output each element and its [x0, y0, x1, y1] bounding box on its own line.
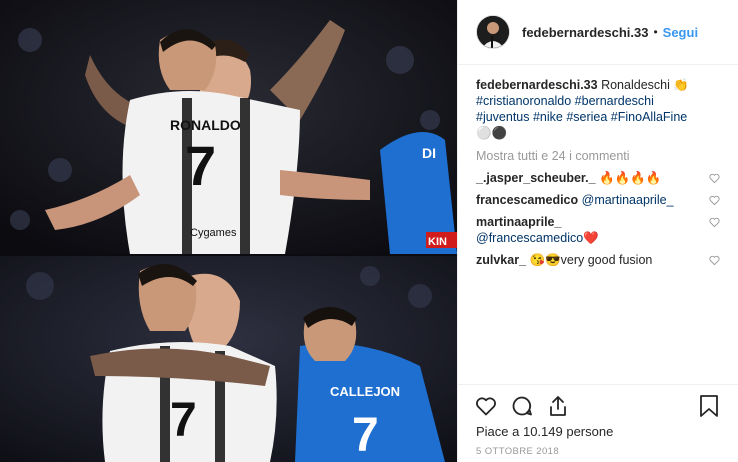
comment-item: martinaaprile_ @francescamedico❤️: [458, 211, 738, 249]
opponent-jersey-name: CALLEJON: [330, 384, 400, 399]
comment-user[interactable]: zulvkar_: [476, 253, 526, 267]
heart-icon[interactable]: [474, 394, 498, 418]
post-header: fedebernardeschi.33 • Segui: [458, 0, 738, 65]
post-sidebar: fedebernardeschi.33 • Segui fedebernarde…: [457, 0, 738, 462]
comment-like-icon[interactable]: [709, 195, 720, 206]
caption-hashtags-line2[interactable]: #juventus #nike #seriea #FinoAllaFine: [476, 110, 687, 124]
follow-button[interactable]: Segui: [663, 25, 698, 40]
comment-mention[interactable]: @francescamedico: [476, 231, 583, 245]
bookmark-icon[interactable]: [698, 394, 720, 418]
instagram-post: DI KIN RONALDO 7 Cygames CALLEJON 7 7 fe…: [0, 0, 738, 462]
post-media[interactable]: DI KIN RONALDO 7 Cygames CALLEJON 7 7: [0, 0, 457, 462]
comment-like-icon[interactable]: [709, 217, 720, 228]
action-bar: [458, 384, 738, 426]
opponent-jersey-number: 7: [352, 409, 379, 462]
post-date: 5 OTTOBRE 2018: [476, 446, 560, 457]
caption-text: Ronaldeschi: [601, 78, 670, 92]
comment-item: zulvkar_ 😘😎very good fusion: [458, 249, 738, 271]
comment-item: francescamedico @martinaaprile_: [458, 189, 738, 211]
comment-user[interactable]: martinaaprile_: [476, 215, 561, 229]
jersey-sponsor: Cygames: [190, 227, 237, 239]
post-caption: fedebernardeschi.33 Ronaldeschi 👏 #crist…: [458, 65, 738, 141]
comment-text: 🔥🔥🔥🔥: [599, 171, 662, 185]
comment-like-icon[interactable]: [709, 173, 720, 184]
caption-username[interactable]: fedebernardeschi.33: [476, 78, 598, 92]
share-icon[interactable]: [546, 394, 570, 418]
comment-user[interactable]: francescamedico: [476, 193, 578, 207]
jersey-name: RONALDO: [170, 117, 241, 133]
comment-text: 😘😎very good fusion: [529, 253, 653, 267]
comment-user[interactable]: _.jasper_scheuber._: [476, 171, 596, 185]
header-username[interactable]: fedebernardeschi.33: [522, 25, 648, 40]
caption-emoji-line: ⚪⚫: [476, 126, 508, 140]
bottom-jersey-number: 7: [170, 394, 197, 447]
jersey-number: 7: [185, 134, 216, 197]
clap-emoji: 👏: [673, 78, 689, 92]
header-separator: •: [653, 25, 658, 39]
comment-text: ❤️: [583, 231, 599, 245]
view-all-comments-link[interactable]: Mostra tutti e 24 i commenti: [458, 141, 738, 167]
photo-embrace-callejon: CALLEJON 7 7: [0, 256, 457, 462]
likes-count[interactable]: Piace a 10.149 persone: [476, 424, 613, 439]
svg-text:DI: DI: [422, 145, 436, 161]
caption-hashtags-line1[interactable]: #cristianoronaldo #bernardeschi: [476, 94, 654, 108]
avatar[interactable]: [476, 15, 510, 49]
photo-ronaldo-bernardeschi-hug: DI KIN RONALDO 7 Cygames: [0, 0, 457, 254]
comment-icon[interactable]: [510, 394, 534, 418]
comment-mention[interactable]: @martinaaprile_: [582, 193, 674, 207]
opponent-sponsor-text: KIN: [428, 236, 447, 248]
comment-item: _.jasper_scheuber._ 🔥🔥🔥🔥: [458, 167, 738, 189]
comment-like-icon[interactable]: [709, 255, 720, 266]
